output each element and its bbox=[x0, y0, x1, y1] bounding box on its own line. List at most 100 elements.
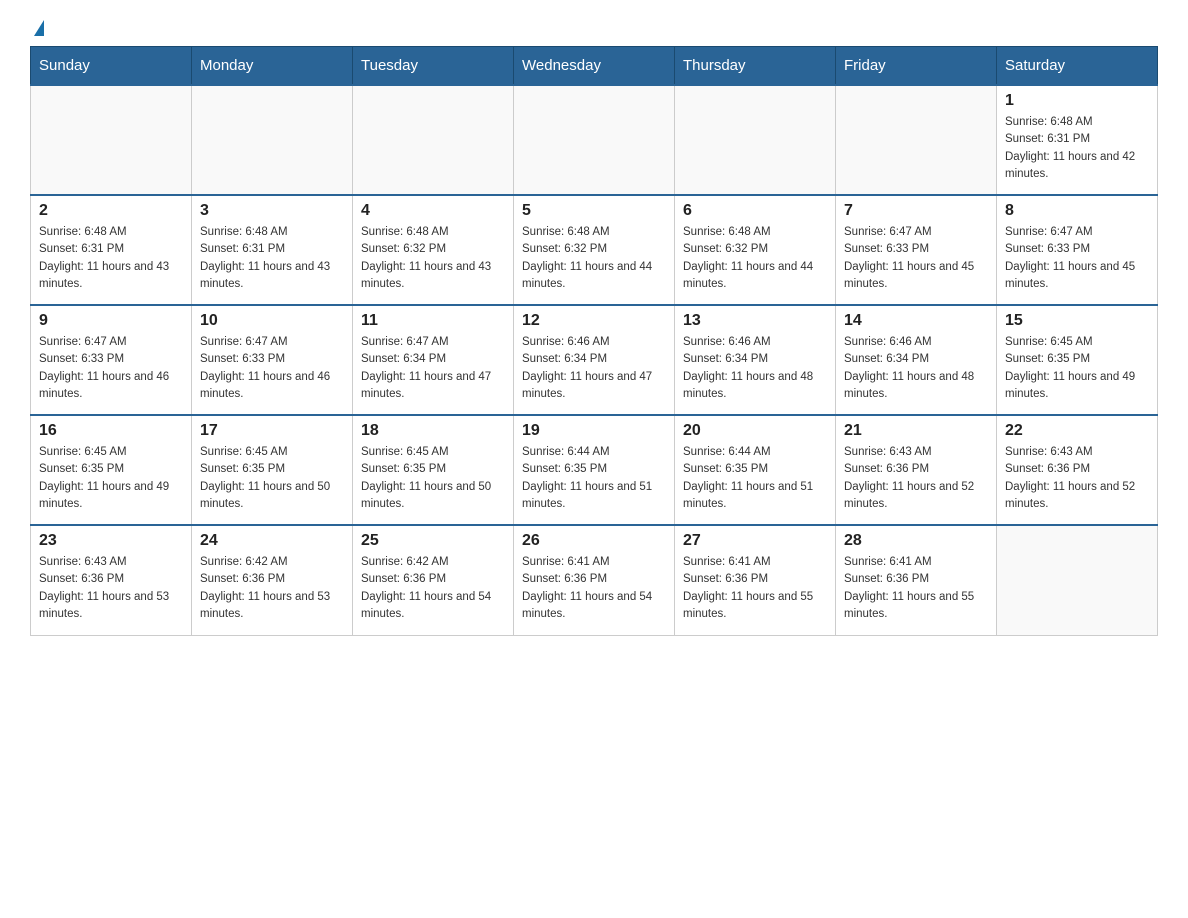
day-info: Sunrise: 6:46 AMSunset: 6:34 PMDaylight:… bbox=[683, 334, 827, 403]
calendar-cell-week4-day6: 22Sunrise: 6:43 AMSunset: 6:36 PMDayligh… bbox=[997, 415, 1158, 525]
calendar-table: SundayMondayTuesdayWednesdayThursdayFrid… bbox=[30, 46, 1158, 636]
calendar-cell-week2-day6: 8 Sunrise: 6:47 AMSunset: 6:33 PMDaylight… bbox=[997, 195, 1158, 305]
day-info: Sunrise: 6:48 AMSunset: 6:32 PMDaylight:… bbox=[361, 224, 505, 293]
day-info: Sunrise: 6:47 AMSunset: 6:33 PMDaylight:… bbox=[1005, 224, 1149, 293]
weekday-header-tuesday: Tuesday bbox=[353, 47, 514, 86]
weekday-header-wednesday: Wednesday bbox=[514, 47, 675, 86]
calendar-cell-week4-day4: 20Sunrise: 6:44 AMSunset: 6:35 PMDayligh… bbox=[675, 415, 836, 525]
logo-triangle-icon bbox=[34, 20, 44, 36]
calendar-cell-week5-day2: 25 Sunrise: 6:42 AMSunset: 6:36 PMDayligh… bbox=[353, 525, 514, 635]
day-info: Sunrise: 6:43 AMSunset: 6:36 PMDaylight:… bbox=[39, 554, 183, 623]
calendar-cell-week5-day3: 26 Sunrise: 6:41 AMSunset: 6:36 PMDayligh… bbox=[514, 525, 675, 635]
day-info: Sunrise: 6:47 AMSunset: 6:33 PMDaylight:… bbox=[39, 334, 183, 403]
day-number: 15 bbox=[1005, 312, 1149, 330]
day-info: Sunrise: 6:47 AMSunset: 6:34 PMDaylight:… bbox=[361, 334, 505, 403]
calendar-week-5: 23 Sunrise: 6:43 AMSunset: 6:36 PMDayligh… bbox=[31, 525, 1158, 635]
day-info: Sunrise: 6:41 AMSunset: 6:36 PMDaylight:… bbox=[683, 554, 827, 623]
calendar-cell-week5-day1: 24 Sunrise: 6:42 AMSunset: 6:36 PMDayligh… bbox=[192, 525, 353, 635]
calendar-cell-week1-day2 bbox=[353, 85, 514, 195]
logo-general-text bbox=[30, 20, 44, 36]
day-number: 9 bbox=[39, 312, 183, 330]
calendar-cell-week2-day3: 5 Sunrise: 6:48 AMSunset: 6:32 PMDaylight… bbox=[514, 195, 675, 305]
weekday-header-sunday: Sunday bbox=[31, 47, 192, 86]
calendar-cell-week2-day4: 6 Sunrise: 6:48 AMSunset: 6:32 PMDaylight… bbox=[675, 195, 836, 305]
day-info: Sunrise: 6:41 AMSunset: 6:36 PMDaylight:… bbox=[844, 554, 988, 623]
calendar-cell-week2-day1: 3Sunrise: 6:48 AMSunset: 6:31 PMDaylight… bbox=[192, 195, 353, 305]
calendar-cell-week4-day1: 17 Sunrise: 6:45 AMSunset: 6:35 PMDayligh… bbox=[192, 415, 353, 525]
calendar-cell-week5-day0: 23 Sunrise: 6:43 AMSunset: 6:36 PMDayligh… bbox=[31, 525, 192, 635]
day-number: 2 bbox=[39, 202, 183, 220]
day-number: 22 bbox=[1005, 422, 1149, 440]
day-number: 14 bbox=[844, 312, 988, 330]
day-info: Sunrise: 6:42 AMSunset: 6:36 PMDaylight:… bbox=[200, 554, 344, 623]
calendar-week-1: 1 Sunrise: 6:48 AMSunset: 6:31 PMDaylight… bbox=[31, 85, 1158, 195]
calendar-cell-week2-day0: 2 Sunrise: 6:48 AMSunset: 6:31 PMDaylight… bbox=[31, 195, 192, 305]
day-info: Sunrise: 6:44 AMSunset: 6:35 PMDaylight:… bbox=[683, 444, 827, 513]
day-number: 1 bbox=[1005, 92, 1149, 110]
weekday-header-row: SundayMondayTuesdayWednesdayThursdayFrid… bbox=[31, 47, 1158, 86]
day-number: 10 bbox=[200, 312, 344, 330]
day-info: Sunrise: 6:45 AMSunset: 6:35 PMDaylight:… bbox=[200, 444, 344, 513]
day-info: Sunrise: 6:44 AMSunset: 6:35 PMDaylight:… bbox=[522, 444, 666, 513]
day-info: Sunrise: 6:48 AMSunset: 6:32 PMDaylight:… bbox=[683, 224, 827, 293]
calendar-cell-week2-day5: 7 Sunrise: 6:47 AMSunset: 6:33 PMDaylight… bbox=[836, 195, 997, 305]
calendar-week-3: 9 Sunrise: 6:47 AMSunset: 6:33 PMDaylight… bbox=[31, 305, 1158, 415]
day-info: Sunrise: 6:48 AMSunset: 6:31 PMDaylight:… bbox=[1005, 114, 1149, 183]
day-number: 8 bbox=[1005, 202, 1149, 220]
calendar-cell-week3-day4: 13 Sunrise: 6:46 AMSunset: 6:34 PMDayligh… bbox=[675, 305, 836, 415]
day-info: Sunrise: 6:42 AMSunset: 6:36 PMDaylight:… bbox=[361, 554, 505, 623]
calendar-cell-week4-day5: 21 Sunrise: 6:43 AMSunset: 6:36 PMDayligh… bbox=[836, 415, 997, 525]
day-info: Sunrise: 6:48 AMSunset: 6:31 PMDaylight:… bbox=[200, 224, 344, 293]
day-info: Sunrise: 6:48 AMSunset: 6:31 PMDaylight:… bbox=[39, 224, 183, 293]
calendar-week-4: 16Sunrise: 6:45 AMSunset: 6:35 PMDayligh… bbox=[31, 415, 1158, 525]
calendar-cell-week3-day3: 12Sunrise: 6:46 AMSunset: 6:34 PMDayligh… bbox=[514, 305, 675, 415]
day-info: Sunrise: 6:48 AMSunset: 6:32 PMDaylight:… bbox=[522, 224, 666, 293]
calendar-cell-week1-day0 bbox=[31, 85, 192, 195]
calendar-cell-week4-day2: 18 Sunrise: 6:45 AMSunset: 6:35 PMDayligh… bbox=[353, 415, 514, 525]
day-info: Sunrise: 6:46 AMSunset: 6:34 PMDaylight:… bbox=[844, 334, 988, 403]
day-info: Sunrise: 6:45 AMSunset: 6:35 PMDaylight:… bbox=[39, 444, 183, 513]
day-info: Sunrise: 6:43 AMSunset: 6:36 PMDaylight:… bbox=[844, 444, 988, 513]
day-number: 18 bbox=[361, 422, 505, 440]
logo bbox=[30, 20, 44, 36]
calendar-cell-week1-day5 bbox=[836, 85, 997, 195]
day-number: 7 bbox=[844, 202, 988, 220]
weekday-header-saturday: Saturday bbox=[997, 47, 1158, 86]
calendar-cell-week1-day6: 1 Sunrise: 6:48 AMSunset: 6:31 PMDaylight… bbox=[997, 85, 1158, 195]
calendar-cell-week4-day3: 19 Sunrise: 6:44 AMSunset: 6:35 PMDayligh… bbox=[514, 415, 675, 525]
calendar-week-2: 2 Sunrise: 6:48 AMSunset: 6:31 PMDaylight… bbox=[31, 195, 1158, 305]
page-header bbox=[30, 20, 1158, 36]
day-info: Sunrise: 6:47 AMSunset: 6:33 PMDaylight:… bbox=[844, 224, 988, 293]
day-info: Sunrise: 6:45 AMSunset: 6:35 PMDaylight:… bbox=[1005, 334, 1149, 403]
day-number: 6 bbox=[683, 202, 827, 220]
weekday-header-monday: Monday bbox=[192, 47, 353, 86]
weekday-header-friday: Friday bbox=[836, 47, 997, 86]
day-number: 13 bbox=[683, 312, 827, 330]
day-number: 4 bbox=[361, 202, 505, 220]
day-number: 23 bbox=[39, 532, 183, 550]
day-number: 21 bbox=[844, 422, 988, 440]
calendar-cell-week3-day1: 10 Sunrise: 6:47 AMSunset: 6:33 PMDayligh… bbox=[192, 305, 353, 415]
calendar-cell-week5-day6 bbox=[997, 525, 1158, 635]
day-number: 17 bbox=[200, 422, 344, 440]
day-info: Sunrise: 6:47 AMSunset: 6:33 PMDaylight:… bbox=[200, 334, 344, 403]
day-info: Sunrise: 6:45 AMSunset: 6:35 PMDaylight:… bbox=[361, 444, 505, 513]
calendar-cell-week3-day2: 11Sunrise: 6:47 AMSunset: 6:34 PMDayligh… bbox=[353, 305, 514, 415]
day-number: 27 bbox=[683, 532, 827, 550]
day-number: 12 bbox=[522, 312, 666, 330]
calendar-cell-week1-day3 bbox=[514, 85, 675, 195]
calendar-cell-week4-day0: 16Sunrise: 6:45 AMSunset: 6:35 PMDayligh… bbox=[31, 415, 192, 525]
calendar-cell-week5-day5: 28Sunrise: 6:41 AMSunset: 6:36 PMDayligh… bbox=[836, 525, 997, 635]
day-info: Sunrise: 6:41 AMSunset: 6:36 PMDaylight:… bbox=[522, 554, 666, 623]
calendar-cell-week5-day4: 27 Sunrise: 6:41 AMSunset: 6:36 PMDayligh… bbox=[675, 525, 836, 635]
weekday-header-thursday: Thursday bbox=[675, 47, 836, 86]
day-number: 26 bbox=[522, 532, 666, 550]
day-number: 25 bbox=[361, 532, 505, 550]
calendar-cell-week1-day4 bbox=[675, 85, 836, 195]
day-number: 5 bbox=[522, 202, 666, 220]
calendar-cell-week2-day2: 4 Sunrise: 6:48 AMSunset: 6:32 PMDaylight… bbox=[353, 195, 514, 305]
day-number: 24 bbox=[200, 532, 344, 550]
calendar-cell-week3-day0: 9 Sunrise: 6:47 AMSunset: 6:33 PMDaylight… bbox=[31, 305, 192, 415]
calendar-cell-week3-day6: 15 Sunrise: 6:45 AMSunset: 6:35 PMDayligh… bbox=[997, 305, 1158, 415]
day-number: 19 bbox=[522, 422, 666, 440]
